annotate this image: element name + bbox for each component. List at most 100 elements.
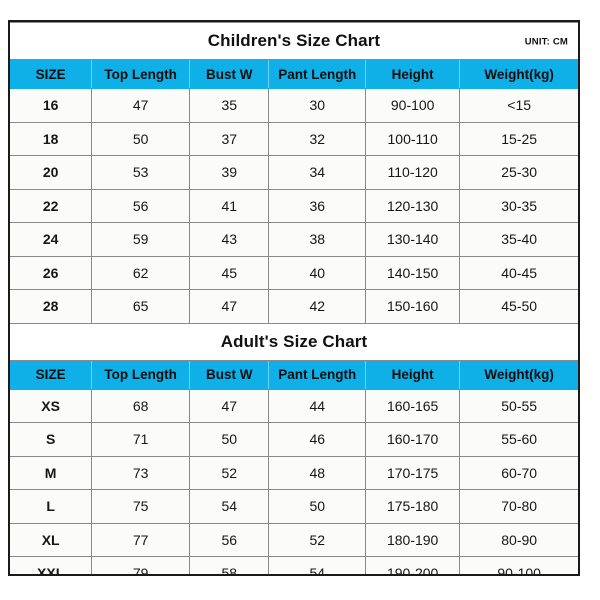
size-chart-table: Children's Size Chart UNIT: CM SIZE Top Len… — [10, 22, 578, 574]
table-row: 18 50 37 32 100-110 15-25 — [10, 121, 578, 156]
measurement-cell: 50 — [91, 121, 190, 156]
measurement-cell: 56 — [188, 522, 270, 557]
size-cell: 22 — [10, 188, 93, 223]
measurement-cell: 71 — [91, 422, 190, 457]
measurement-cell: 40 — [268, 255, 367, 290]
measurement-cell: 45-50 — [459, 289, 578, 324]
table-row: 16 47 35 30 90-100 <15 — [10, 88, 578, 123]
table-row: 26 62 45 40 140-150 40-45 — [10, 255, 578, 290]
measurement-cell: 44 — [268, 388, 367, 423]
size-cell: 24 — [10, 222, 93, 257]
measurement-cell: 38 — [268, 222, 367, 257]
table-row: XXL 79 58 54 190-200 90-100 — [10, 556, 578, 574]
section-title-wrapper: Children's Size Chart UNIT: CM — [18, 31, 570, 51]
measurement-cell: 90-100 — [365, 88, 461, 123]
section-title: Adult's Size Chart — [220, 331, 368, 351]
section-title-row: Children's Size Chart UNIT: CM — [10, 22, 578, 60]
size-cell: XL — [10, 522, 93, 557]
measurement-cell: 75 — [91, 489, 190, 524]
measurement-cell: 180-190 — [365, 522, 461, 557]
measurement-cell: 160-165 — [365, 388, 461, 423]
measurement-cell: 160-170 — [365, 422, 461, 457]
measurement-cell: 77 — [91, 522, 190, 557]
measurement-cell: 43 — [188, 222, 270, 257]
measurement-cell: 35 — [188, 88, 270, 123]
table-row: 20 53 39 34 110-120 25-30 — [10, 155, 578, 190]
measurement-cell: 34 — [268, 155, 367, 190]
section-title-cell: Adult's Size Chart — [10, 322, 578, 361]
table-row: 24 59 43 38 130-140 35-40 — [10, 222, 578, 257]
measurement-cell: 30 — [268, 88, 367, 123]
measurement-cell: 50 — [268, 489, 367, 524]
measurement-cell: 90-100 — [459, 556, 578, 574]
column-header-cell: Bust W — [188, 359, 270, 390]
section-title-row: Adult's Size Chart — [10, 322, 578, 361]
size-cell: 16 — [10, 88, 93, 123]
measurement-cell: 175-180 — [365, 489, 461, 524]
column-header-cell: Pant Length — [268, 59, 367, 89]
measurement-cell: 62 — [91, 255, 190, 290]
measurement-cell: 37 — [188, 121, 270, 156]
column-header-cell: Top Length — [91, 59, 190, 89]
table-row: L 75 54 50 175-180 70-80 — [10, 489, 578, 524]
measurement-cell: <15 — [459, 88, 578, 123]
unit-label: UNIT: CM — [524, 36, 568, 48]
measurement-cell: 190-200 — [365, 556, 461, 574]
measurement-cell: 50-55 — [459, 388, 578, 423]
measurement-cell: 41 — [188, 188, 270, 223]
measurement-cell: 79 — [91, 556, 190, 574]
measurement-cell: 52 — [188, 455, 270, 490]
measurement-cell: 80-90 — [459, 522, 578, 557]
size-cell: XS — [10, 388, 93, 423]
measurement-cell: 54 — [188, 489, 270, 524]
column-header-cell: Height — [365, 59, 461, 89]
size-cell: L — [10, 489, 93, 524]
measurement-cell: 50 — [188, 422, 270, 457]
measurement-cell: 32 — [268, 121, 367, 156]
measurement-cell: 60-70 — [459, 455, 578, 490]
measurement-cell: 45 — [188, 255, 270, 290]
measurement-cell: 110-120 — [365, 155, 461, 190]
measurement-cell: 170-175 — [365, 455, 461, 490]
measurement-cell: 36 — [268, 188, 367, 223]
measurement-cell: 47 — [188, 388, 270, 423]
measurement-cell: 52 — [268, 522, 367, 557]
column-header-row: SIZE Top Length Bust W Pant Length Height Wei… — [10, 59, 578, 89]
table-row: S 71 50 46 160-170 55-60 — [10, 422, 578, 457]
measurement-cell: 55-60 — [459, 422, 578, 457]
section-title-wrapper: Adult's Size Chart — [18, 332, 570, 352]
measurement-cell: 30-35 — [459, 188, 578, 223]
measurement-cell: 56 — [91, 188, 190, 223]
section-title: Children's Size Chart — [207, 31, 381, 50]
measurement-cell: 65 — [91, 289, 190, 324]
size-cell: XXL — [10, 556, 93, 574]
measurement-cell: 73 — [91, 455, 190, 490]
measurement-cell: 47 — [188, 289, 270, 324]
column-header-cell: Pant Length — [268, 359, 367, 390]
measurement-cell: 58 — [188, 556, 270, 574]
measurement-cell: 130-140 — [365, 222, 461, 257]
measurement-cell: 42 — [268, 289, 367, 324]
measurement-cell: 39 — [188, 155, 270, 190]
column-header-cell: Top Length — [91, 359, 190, 390]
size-cell: 28 — [10, 289, 93, 324]
measurement-cell: 120-130 — [365, 188, 461, 223]
measurement-cell: 68 — [91, 388, 190, 423]
size-cell: 26 — [10, 255, 93, 290]
measurement-cell: 40-45 — [459, 255, 578, 290]
measurement-cell: 140-150 — [365, 255, 461, 290]
size-chart-container: Children's Size Chart UNIT: CM SIZE Top Len… — [8, 20, 580, 576]
size-cell: M — [10, 455, 93, 490]
table-row: 22 56 41 36 120-130 30-35 — [10, 188, 578, 223]
measurement-cell: 15-25 — [459, 121, 578, 156]
table-row: 28 65 47 42 150-160 45-50 — [10, 289, 578, 324]
measurement-cell: 46 — [268, 422, 367, 457]
column-header-cell: Weight(kg) — [459, 359, 578, 390]
column-header-cell: SIZE — [10, 359, 93, 390]
measurement-cell: 54 — [268, 556, 367, 574]
measurement-cell: 25-30 — [459, 155, 578, 190]
measurement-cell: 47 — [91, 88, 190, 123]
column-header-cell: SIZE — [10, 59, 93, 89]
column-header-cell: Weight(kg) — [459, 59, 578, 89]
table-row: XL 77 56 52 180-190 80-90 — [10, 522, 578, 557]
